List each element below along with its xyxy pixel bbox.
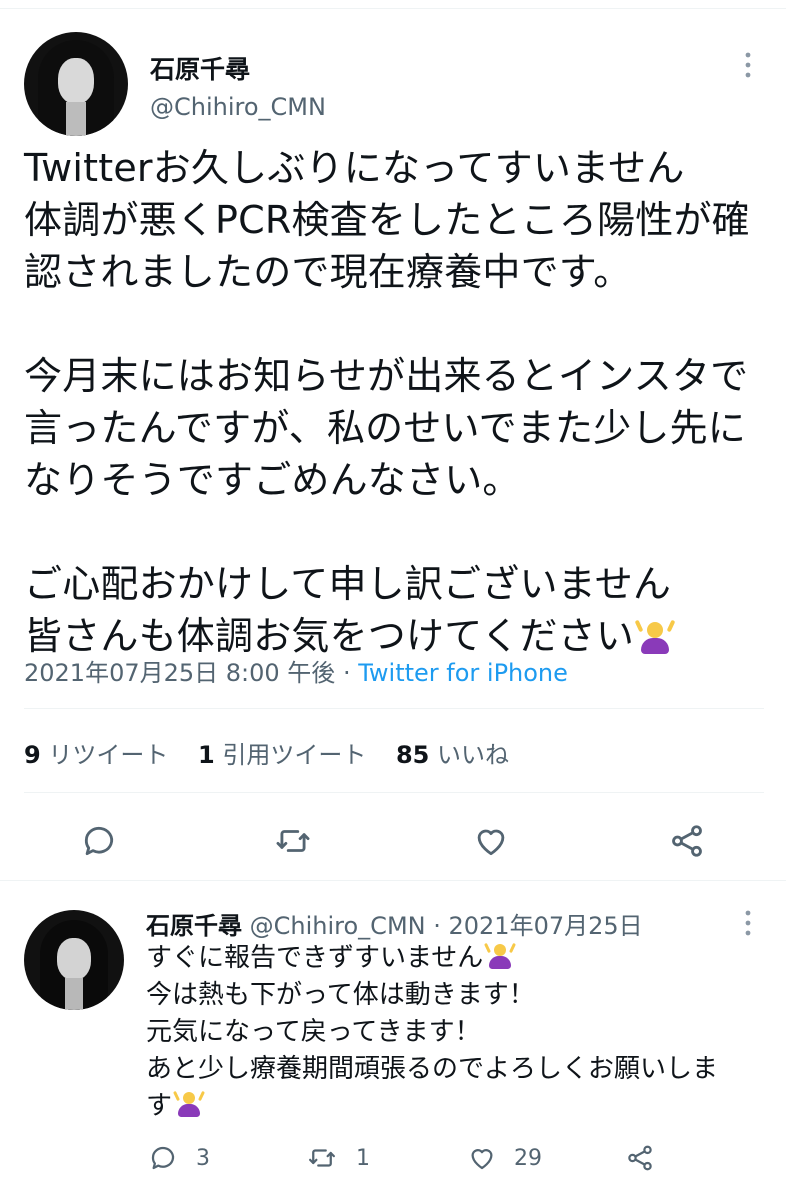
person-gesturing-ok-emoji: [484, 941, 517, 971]
more-vertical-icon[interactable]: [738, 50, 758, 80]
reply-handle[interactable]: @Chihiro_CMN: [250, 912, 426, 940]
retweet-icon[interactable]: [273, 822, 313, 864]
heart-icon[interactable]: [471, 822, 511, 864]
avatar[interactable]: [24, 32, 128, 136]
reply-count: 3: [196, 1146, 210, 1171]
retweets-count: 9: [24, 741, 41, 769]
section-divider: [0, 880, 786, 881]
reply-header: 石原千尋 @Chihiro_CMN · 2021年07月25日: [146, 906, 643, 941]
person-gesturing-ok-emoji: [634, 618, 676, 656]
avatar-neck: [65, 978, 83, 1010]
retweets-stat[interactable]: 9 リツイート: [24, 741, 168, 769]
reply-bubble-icon[interactable]: [148, 1143, 178, 1177]
reply-date[interactable]: 2021年07月25日: [449, 912, 643, 940]
top-divider: [0, 8, 786, 9]
engagement-stats: 9 リツイート 1 引用ツイート 85 いいね: [24, 735, 531, 770]
reply-bubble-icon[interactable]: [80, 822, 118, 864]
heart-icon[interactable]: [466, 1143, 498, 1177]
likes-label: いいね: [437, 741, 510, 769]
person-gesturing-ok-emoji: [173, 1089, 205, 1119]
avatar-neck: [66, 102, 86, 136]
avatar-face: [58, 58, 94, 104]
divider: [24, 792, 764, 793]
retweet-count: 1: [356, 1146, 370, 1171]
display-name[interactable]: 石原千尋: [150, 50, 250, 86]
timestamp[interactable]: 2021年07月25日 8:00 午後: [24, 659, 335, 687]
quotes-stat[interactable]: 1 引用ツイート: [198, 741, 366, 769]
likes-stat[interactable]: 85 いいね: [396, 741, 509, 769]
quotes-label: 引用ツイート: [222, 741, 367, 769]
reply-avatar[interactable]: [24, 910, 124, 1010]
reply-body: 今は熱も下がって体は動きます！ 元気になって戻ってきます！ あと少し療養期間頑張…: [146, 980, 719, 1121]
divider: [24, 708, 764, 709]
meta-separator: ·: [335, 659, 359, 687]
tweet-text: Twitterお久しぶりになってすいません 体調が悪くPCR検査をしたところ陽性…: [24, 142, 764, 662]
quotes-count: 1: [197, 741, 215, 769]
retweets-label: リツイート: [48, 741, 169, 769]
retweet-icon[interactable]: [306, 1143, 338, 1177]
likes-count: 85: [395, 741, 430, 769]
user-handle[interactable]: @Chihiro_CMN: [150, 93, 326, 121]
reply-text: すぐに報告できずすいません 今は熱も下がって体は動きます！ 元気になって戻ってき…: [146, 940, 746, 1125]
tweet-body: Twitterお久しぶりになってすいません 体調が悪くPCR検査をしたところ陽性…: [24, 146, 750, 658]
reply-line1: すぐに報告できずすいません: [146, 943, 484, 973]
share-icon[interactable]: [624, 1143, 656, 1177]
like-count: 29: [514, 1146, 542, 1171]
reply-display-name[interactable]: 石原千尋: [146, 912, 242, 940]
reply-dot: ·: [425, 912, 449, 940]
avatar-face: [57, 938, 91, 980]
tweet-meta: 2021年07月25日 8:00 午後 · Twitter for iPhone: [24, 653, 568, 688]
more-vertical-icon[interactable]: [738, 908, 758, 938]
source-link[interactable]: Twitter for iPhone: [358, 659, 568, 687]
share-icon[interactable]: [667, 822, 707, 864]
